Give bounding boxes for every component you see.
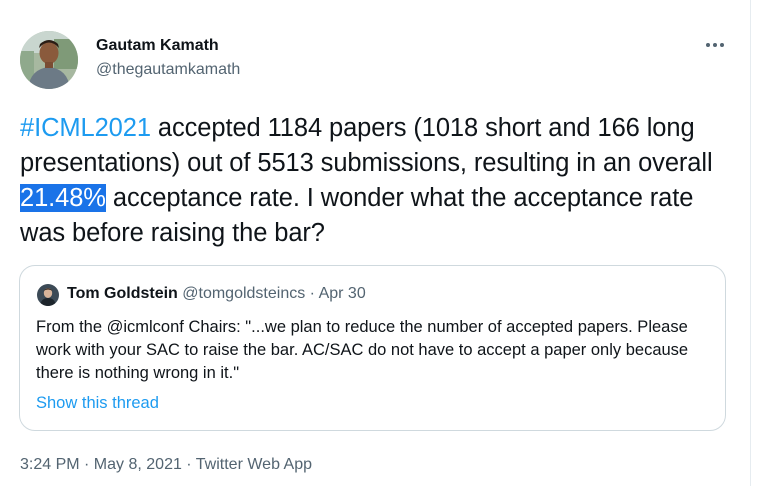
more-dots-icon [706,43,724,47]
author-avatar[interactable] [20,31,78,89]
quote-text: From the @icmlconf Chairs: "...we plan t… [36,318,689,382]
author-handle[interactable]: @thegautamkamath [96,61,240,79]
quote-author-handle[interactable]: @tomgoldsteincs [182,285,305,302]
tweet-timestamp[interactable]: 3:24 PM · May 8, 2021 · Twitter Web App [20,456,312,474]
more-options-button[interactable] [698,34,732,56]
show-thread-link[interactable]: Show this thread [36,394,159,413]
hashtag-link[interactable]: #ICML2021 [20,114,151,142]
scrollbar-edge [750,0,751,486]
person-photo-icon [37,284,59,306]
quote-header: Tom Goldstein @tomgoldsteincs · Apr 30 [67,285,366,303]
author-name[interactable]: Gautam Kamath [96,37,219,55]
tweet-text: #ICML2021 accepted 1184 papers (1018 sho… [20,111,740,251]
tweet-text-part2: acceptance rate. I wonder what the accep… [20,184,694,247]
person-photo-icon [20,31,78,89]
selected-text-highlight: 21.48% [20,184,106,212]
quoted-tweet[interactable]: Tom Goldstein @tomgoldsteincs · Apr 30 F… [19,265,726,431]
quote-date[interactable]: Apr 30 [319,285,366,302]
tweet-card: Gautam Kamath @thegautamkamath #ICML2021… [0,0,773,486]
quote-separator: · [305,285,319,302]
quote-author-name[interactable]: Tom Goldstein [67,285,178,302]
quote-author-avatar[interactable] [37,284,59,306]
